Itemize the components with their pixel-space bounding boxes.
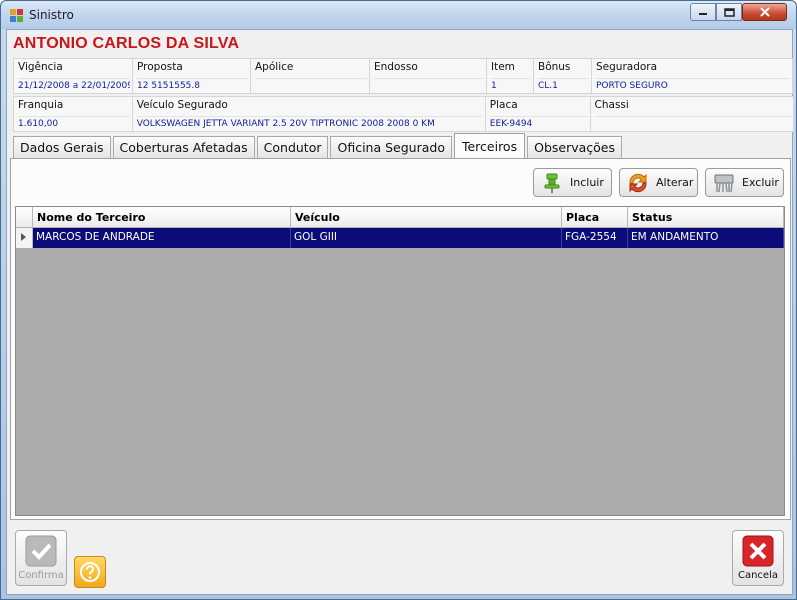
info-value: 1 (491, 78, 531, 92)
info-bonus: Bônus CL.1 (533, 58, 592, 94)
app-icon (10, 9, 23, 22)
info-value: PORTO SEGURO (596, 78, 790, 92)
maximize-icon (723, 7, 735, 17)
pin-icon (544, 173, 560, 193)
minimize-button[interactable] (690, 3, 716, 21)
table-row[interactable]: MARCOS DE ANDRADE GOL GIII FGA-2554 EM A… (16, 228, 784, 248)
confirm-button-label: Confirma (18, 570, 64, 581)
tab-dados-gerais[interactable]: Dados Gerais (13, 136, 111, 158)
window-title: Sinistro (29, 8, 74, 22)
info-value: 1.610,00 (18, 116, 130, 130)
tab-condutor[interactable]: Condutor (256, 136, 329, 158)
tab-terceiros[interactable]: Terceiros (453, 133, 526, 158)
column-header-nome[interactable]: Nome do Terceiro (33, 207, 291, 228)
info-label: Seguradora (596, 61, 658, 73)
client-area: ANTONIO CARLOS DA SILVA Vigência 21/12/2… (6, 29, 795, 595)
cell-status[interactable]: EM ANDAMENTO (628, 228, 784, 248)
info-value (594, 116, 792, 130)
info-label: Proposta (137, 61, 183, 73)
x-icon (742, 535, 774, 567)
add-button-label: Incluir (570, 176, 604, 189)
window: Sinistro ANTONIO CARLOS DA SILVA Vigênci… (0, 0, 797, 600)
tab-observacoes[interactable]: Observações (527, 136, 623, 158)
info-apolice: Apólice (250, 58, 370, 94)
check-icon (25, 535, 57, 567)
info-label: Bônus (538, 61, 571, 73)
shredder-icon (714, 174, 734, 192)
row-pointer-icon (21, 233, 26, 241)
info-label: Item (491, 61, 515, 73)
tab-oficina-segurado[interactable]: Oficina Segurado (330, 136, 452, 158)
info-chassi: Chassi (589, 96, 795, 132)
tab-strip: Dados Gerais Coberturas Afetadas Conduto… (13, 133, 624, 158)
policy-info-row-1: Vigência 21/12/2008 a 22/01/2009 Propost… (13, 58, 793, 94)
info-franquia: Franquia 1.610,00 (13, 96, 133, 132)
cancel-button[interactable]: Cancela (732, 530, 784, 586)
grid-empty-area (16, 248, 784, 515)
client-name: ANTONIO CARLOS DA SILVA (13, 35, 240, 52)
minimize-icon (699, 13, 707, 15)
info-label: Chassi (594, 99, 629, 111)
edit-button[interactable]: Alterar (619, 168, 698, 197)
help-button[interactable] (74, 556, 106, 588)
confirm-button[interactable]: Confirma (15, 530, 67, 586)
info-value: 12 5151555.8 (137, 78, 248, 92)
row-header-corner (16, 207, 33, 228)
info-value (374, 78, 484, 92)
info-value: 21/12/2008 a 22/01/2009 (18, 78, 130, 92)
question-icon (80, 562, 100, 582)
info-label: Apólice (255, 61, 294, 73)
row-indicator[interactable] (16, 228, 33, 248)
cancel-button-label: Cancela (737, 570, 778, 581)
info-label: Vigência (18, 61, 63, 73)
close-icon (759, 7, 770, 17)
refresh-arrows-icon (629, 173, 647, 192)
info-value: CL.1 (538, 78, 589, 92)
edit-button-label: Alterar (656, 176, 694, 189)
info-value: EEK-9494 (489, 116, 588, 130)
footer-bar: Confirma Cancela (7, 521, 792, 594)
info-label: Franquia (18, 99, 64, 111)
info-veiculo-segurado: Veículo Segurado VOLKSWAGEN JETTA VARIAN… (131, 96, 486, 132)
info-proposta: Proposta 12 5151555.8 (132, 58, 251, 94)
maximize-button[interactable] (716, 3, 742, 21)
info-placa: Placa EEK-9494 (484, 96, 591, 132)
info-value: VOLKSWAGEN JETTA VARIANT 2.5 20V TIPTRON… (136, 116, 483, 130)
info-seguradora: Seguradora PORTO SEGURO (591, 58, 793, 94)
close-button[interactable] (742, 3, 787, 21)
column-header-placa[interactable]: Placa (562, 207, 628, 228)
cell-nome[interactable]: MARCOS DE ANDRADE (33, 228, 291, 248)
cell-veiculo[interactable]: GOL GIII (291, 228, 562, 248)
add-button[interactable]: Incluir (533, 168, 612, 197)
column-header-veiculo[interactable]: Veículo (291, 207, 562, 228)
cell-placa[interactable]: FGA-2554 (562, 228, 628, 248)
title-bar[interactable]: Sinistro (1, 1, 796, 29)
info-label: Endosso (374, 61, 418, 73)
delete-button[interactable]: Excluir (705, 168, 784, 197)
info-item: Item 1 (486, 58, 534, 94)
info-value (255, 78, 367, 92)
grid-header: Nome do Terceiro Veículo Placa Status (16, 207, 784, 228)
delete-button-label: Excluir (742, 176, 779, 189)
info-endosso: Endosso (369, 58, 487, 94)
column-header-status[interactable]: Status (628, 207, 784, 228)
info-label: Placa (489, 99, 518, 111)
info-vigencia: Vigência 21/12/2008 a 22/01/2009 (13, 58, 133, 94)
terceiros-panel: Incluir Alterar Excluir Nome do Terceiro… (10, 158, 791, 520)
tab-coberturas-afetadas[interactable]: Coberturas Afetadas (112, 136, 255, 158)
third-parties-grid[interactable]: Nome do Terceiro Veículo Placa Status MA… (15, 206, 785, 516)
policy-info-row-2: Franquia 1.610,00 Veículo Segurado VOLKS… (13, 96, 795, 132)
info-label: Veículo Segurado (136, 99, 228, 111)
